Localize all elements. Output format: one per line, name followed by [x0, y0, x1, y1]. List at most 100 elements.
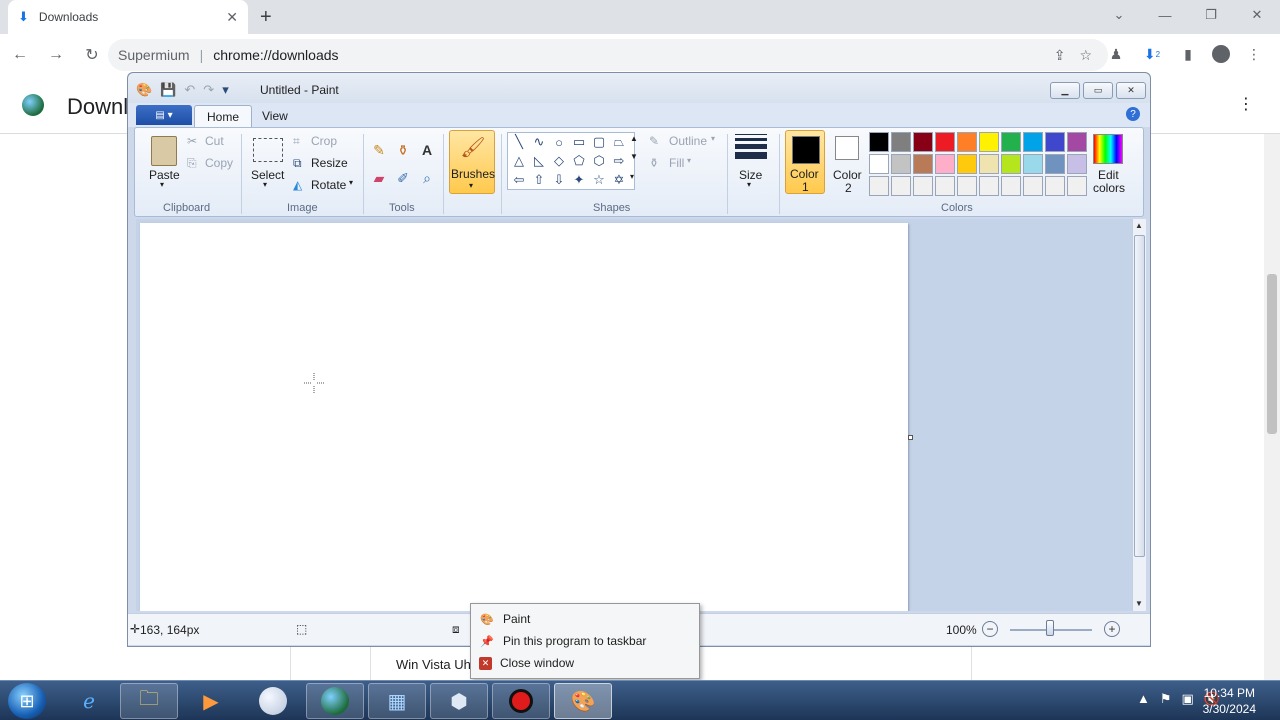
diamond-shape-icon[interactable]: ◇ — [550, 152, 568, 170]
canvas-scroll-thumb[interactable] — [1134, 235, 1145, 557]
customize-qat-icon[interactable]: ▾ — [222, 82, 229, 98]
paint-minimize-button[interactable]: ▁ — [1050, 82, 1080, 99]
redo-icon[interactable]: ↷ — [203, 82, 214, 98]
color2-label[interactable]: Color — [833, 168, 862, 182]
page-scrollbar[interactable] — [1264, 134, 1280, 680]
screen-recorder-icon[interactable] — [492, 683, 550, 719]
rotate-dropdown-icon[interactable]: ▾ — [349, 178, 353, 187]
hexagon-shape-icon[interactable]: ⬡ — [590, 152, 608, 170]
pencil-icon[interactable]: ✎ — [369, 140, 389, 160]
color-picker-icon[interactable]: ✐ — [393, 168, 413, 188]
tab-home[interactable]: Home — [194, 105, 253, 127]
down-arrow-shape-icon[interactable]: ⇩ — [550, 171, 568, 189]
tab-view[interactable]: View — [250, 105, 300, 127]
copy-button[interactable]: Copy — [205, 156, 233, 170]
select-icon[interactable] — [253, 138, 283, 162]
scroll-down-arrow-icon[interactable]: ▼ — [1135, 599, 1143, 608]
palette-swatch[interactable] — [869, 154, 889, 174]
brushes-button[interactable]: 🖌 Brushes ▾ — [449, 130, 495, 194]
rounded-rectangle-shape-icon[interactable]: ▢ — [590, 133, 608, 151]
palette-swatch[interactable] — [1023, 132, 1043, 152]
tab-downloads[interactable]: ⬇ Downloads ✕ — [8, 0, 248, 34]
palette-swatch[interactable] — [957, 176, 977, 196]
crop-button[interactable]: Crop — [311, 134, 337, 148]
paint-file-menu-button[interactable]: ▤ ▾ — [136, 105, 192, 125]
fill-bucket-icon[interactable]: ⚱ — [393, 140, 413, 160]
line-shape-icon[interactable]: ╲ — [510, 133, 528, 151]
scroll-up-arrow-icon[interactable]: ▲ — [1135, 221, 1143, 230]
page-scrollbar-thumb[interactable] — [1267, 274, 1277, 434]
rotate-button[interactable]: Rotate — [311, 178, 346, 192]
canvas-resize-handle[interactable] — [908, 435, 913, 440]
up-arrow-shape-icon[interactable]: ⇧ — [530, 171, 548, 189]
paint-taskbar-icon[interactable]: 🎨 — [554, 683, 612, 719]
palette-swatch[interactable] — [1001, 132, 1021, 152]
palette-swatch[interactable] — [891, 132, 911, 152]
palette-swatch[interactable] — [1045, 176, 1065, 196]
palette-swatch[interactable] — [913, 132, 933, 152]
right-arrow-shape-icon[interactable]: ⇨ — [610, 152, 628, 170]
side-panel-icon[interactable]: ▮ — [1176, 42, 1200, 66]
paste-icon[interactable] — [151, 136, 177, 166]
palette-swatch[interactable] — [935, 132, 955, 152]
palette-swatch[interactable] — [935, 176, 955, 196]
paste-dropdown-icon[interactable]: ▾ — [160, 180, 164, 189]
paint-app-icon[interactable]: 🎨 — [136, 82, 152, 98]
resize-button[interactable]: Resize — [311, 156, 348, 170]
palette-swatch[interactable] — [869, 176, 889, 196]
extensions-icon[interactable]: ♟ — [1104, 42, 1128, 66]
edit-colors-label-2[interactable]: colors — [1093, 181, 1125, 195]
show-hidden-icons-icon[interactable]: ▲ — [1137, 691, 1150, 707]
select-button[interactable]: Select — [251, 168, 284, 182]
palette-swatch[interactable] — [957, 132, 977, 152]
reload-button[interactable]: ↻ — [76, 39, 108, 71]
palette-swatch[interactable] — [935, 154, 955, 174]
paint-maximize-button[interactable]: ▭ — [1083, 82, 1113, 99]
address-bar[interactable]: Supermium | chrome://downloads ⇪ ☆ — [108, 39, 1108, 71]
palette-swatch[interactable] — [1045, 132, 1065, 152]
palette-swatch[interactable] — [891, 154, 911, 174]
chrome-app-icon[interactable] — [244, 683, 302, 719]
size-dropdown-icon[interactable]: ▾ — [747, 180, 751, 189]
system-clock[interactable]: 10:34 PM 3/30/2024 — [1203, 685, 1256, 717]
palette-swatch[interactable] — [913, 176, 933, 196]
internet-explorer-icon[interactable]: ℯ — [60, 683, 118, 719]
supermium-taskbar-icon[interactable] — [306, 683, 364, 719]
rectangle-shape-icon[interactable]: ▭ — [570, 133, 588, 151]
shapes-scroll-up-icon[interactable]: ▲ — [630, 134, 638, 143]
control-panel-icon[interactable]: ▦ — [368, 683, 426, 719]
color1-button[interactable]: Color 1 — [785, 130, 825, 194]
virtualbox-icon[interactable]: ⬢ — [430, 683, 488, 719]
restore-button[interactable]: ❐ — [1188, 0, 1234, 30]
minimize-button[interactable]: — — [1142, 0, 1188, 30]
polygon-shape-icon[interactable]: ⏢ — [610, 133, 628, 151]
start-button[interactable]: ⊞ — [8, 683, 46, 719]
palette-swatch[interactable] — [1067, 132, 1087, 152]
magnifier-icon[interactable]: ⌕ — [417, 168, 437, 188]
palette-swatch[interactable] — [869, 132, 889, 152]
profile-avatar[interactable] — [1212, 45, 1230, 63]
new-tab-button[interactable]: + — [260, 6, 272, 29]
share-icon[interactable]: ⇪ — [1054, 47, 1066, 64]
drawing-canvas[interactable] — [140, 223, 908, 611]
shapes-more-icon[interactable]: ▾ — [630, 172, 634, 181]
shapes-scroll-down-icon[interactable]: ▼ — [630, 152, 638, 161]
text-tool-icon[interactable]: A — [417, 140, 437, 160]
palette-swatch[interactable] — [1001, 154, 1021, 174]
size-icon[interactable] — [735, 134, 767, 162]
tab-search-icon[interactable]: ⌄ — [1096, 0, 1142, 30]
triangle-shape-icon[interactable]: △ — [510, 152, 528, 170]
more-options-icon[interactable]: ⋮ — [1238, 94, 1254, 114]
paste-button[interactable]: Paste — [149, 168, 180, 182]
palette-swatch[interactable] — [1067, 176, 1087, 196]
save-icon[interactable]: 💾 — [160, 82, 176, 98]
help-icon[interactable]: ? — [1126, 107, 1140, 121]
tab-close-icon[interactable]: ✕ — [226, 9, 238, 26]
oval-shape-icon[interactable]: ○ — [550, 133, 568, 151]
forward-button[interactable]: → — [40, 39, 72, 71]
palette-swatch[interactable] — [979, 154, 999, 174]
five-point-star-shape-icon[interactable]: ☆ — [590, 171, 608, 189]
color2-swatch[interactable] — [835, 136, 859, 160]
cut-button[interactable]: Cut — [205, 134, 224, 148]
pentagon-shape-icon[interactable]: ⬠ — [570, 152, 588, 170]
